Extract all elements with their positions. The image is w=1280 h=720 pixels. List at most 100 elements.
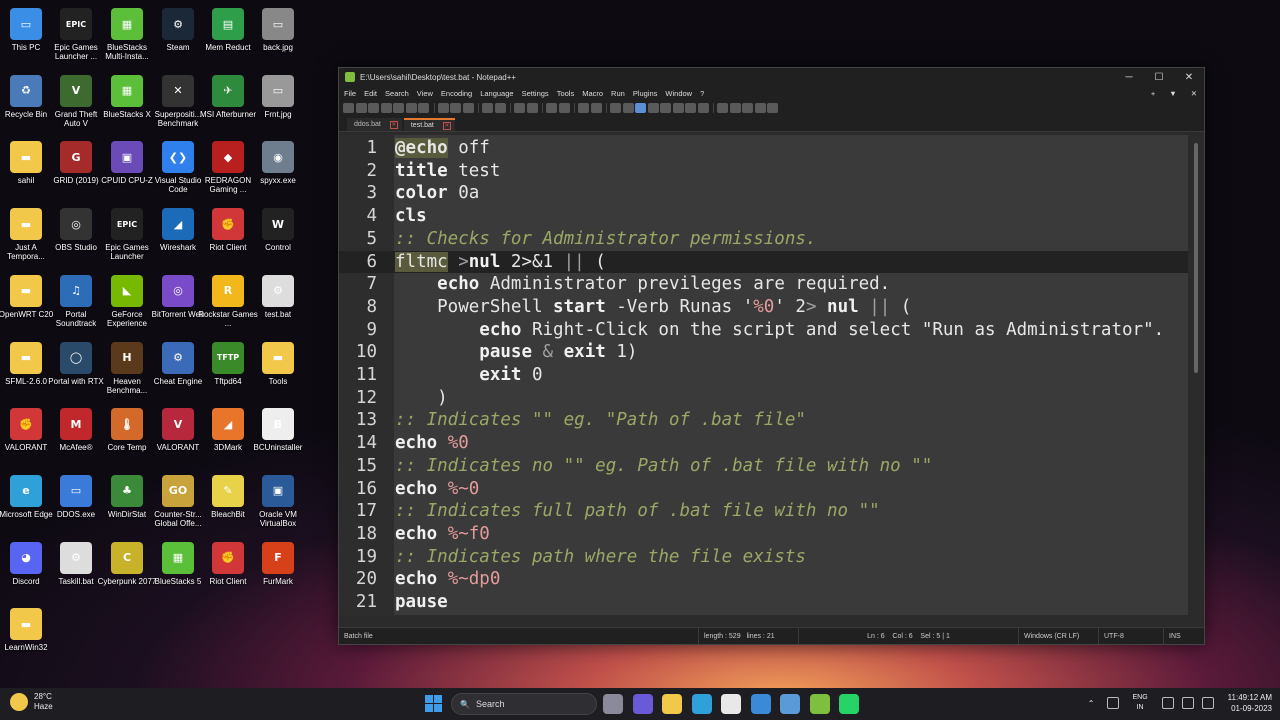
whatsapp-icon[interactable] xyxy=(839,694,859,714)
desktop-icon-sfml-2-6-0[interactable]: ▬ SFML-2.6.0 xyxy=(0,338,52,404)
close-tab-button[interactable]: ✕ xyxy=(1191,89,1197,98)
code-line[interactable]: 2 title test xyxy=(339,160,1190,183)
title-bar[interactable]: E:\Users\sahil\Desktop\test.bat - Notepa… xyxy=(339,68,1204,86)
code-line[interactable]: 16 echo %~0 xyxy=(339,478,1190,501)
menu-help[interactable]: ? xyxy=(700,89,704,98)
desktop-icon-windirstat[interactable]: ♣ WinDirStat xyxy=(101,471,153,537)
desktop-icon-discord[interactable]: ◕ Discord xyxy=(0,538,52,604)
desktop-icon-obs-studio[interactable]: ◎ OBS Studio xyxy=(50,204,102,270)
store-icon[interactable] xyxy=(721,694,741,714)
weather-widget[interactable]: 28°C Haze xyxy=(10,692,53,712)
close-icon[interactable] xyxy=(393,103,404,113)
vertical-scrollbar[interactable] xyxy=(1188,135,1204,615)
desktop-icon-openwrt-c20[interactable]: ▬ OpenWRT C20 xyxy=(0,271,53,337)
code-line[interactable]: 11 exit 0 xyxy=(339,364,1190,387)
desktop-icon-rockstar-games[interactable]: R Rockstar Games ... xyxy=(198,271,258,337)
menu-tools[interactable]: Tools xyxy=(557,89,575,98)
language-indicator[interactable]: ENG IN xyxy=(1133,693,1148,713)
play-multi-icon[interactable] xyxy=(754,103,766,113)
tab-close-icon[interactable]: ✕ xyxy=(389,120,398,129)
tab-test-bat[interactable]: test.bat ✕ xyxy=(403,118,455,131)
paste-icon[interactable] xyxy=(462,103,474,113)
wifi-icon[interactable] xyxy=(1161,697,1174,709)
code-line[interactable]: 8 PowerShell start -Verb Runas '%0' 2> n… xyxy=(339,296,1190,319)
desktop-icon-bleachbit[interactable]: ✎ BleachBit xyxy=(202,471,254,537)
udl-icon[interactable] xyxy=(647,103,659,113)
code-line[interactable]: 5:: Checks for Administrator permissions… xyxy=(339,228,1190,251)
scrollbar-thumb[interactable] xyxy=(1194,143,1198,373)
menu-search[interactable]: Search xyxy=(385,89,409,98)
zoom-in-icon[interactable] xyxy=(546,103,557,113)
indent-guide-icon[interactable] xyxy=(635,103,646,113)
code-line[interactable]: 9 echo Right-Click on the script and sel… xyxy=(339,319,1190,342)
tab-close-icon[interactable]: ✕ xyxy=(442,121,451,130)
desktop-icon-epic-games-launcher[interactable]: EPIC Epic Games Launcher ... xyxy=(50,4,102,70)
desktop-icon-test-bat[interactable]: ⚙ test.bat xyxy=(252,271,304,337)
desktop-icon-3dmark[interactable]: ◢ 3DMark xyxy=(202,404,254,470)
code-line[interactable]: 6 fltmc >nul 2>&1 || ( xyxy=(339,250,1190,274)
menu-plugins[interactable]: Plugins xyxy=(633,89,658,98)
menu-edit[interactable]: Edit xyxy=(364,89,377,98)
redo-icon[interactable] xyxy=(494,103,506,113)
doc-map-icon[interactable] xyxy=(660,103,671,113)
desktop-icon-core-temp[interactable]: 🌡 Core Temp xyxy=(101,404,153,470)
desktop-icon-cheat-engine[interactable]: ⚙ Cheat Engine xyxy=(152,338,204,404)
desktop-icon-valorant[interactable]: ✊ VALORANT xyxy=(0,404,52,470)
desktop-icon-cpuid-cpu-z[interactable]: ▣ CPUID CPU-Z xyxy=(101,137,153,203)
tab-ddos-bat[interactable]: ddos.bat ✕ xyxy=(347,118,402,131)
desktop-icon-bluestacks-multi-insta[interactable]: ▦ BlueStacks Multi-Insta... xyxy=(101,4,153,70)
play-icon[interactable] xyxy=(742,103,753,113)
desktop-icon-sahil[interactable]: ▬ sahil xyxy=(0,137,52,203)
all-chars-icon[interactable] xyxy=(622,103,634,113)
code-line[interactable]: 10 pause & exit 1) xyxy=(339,341,1190,364)
code-line[interactable]: 20 echo %~dp0 xyxy=(339,568,1190,591)
print-icon[interactable] xyxy=(418,103,429,113)
close-all-icon[interactable] xyxy=(405,103,417,113)
code-line[interactable]: 3 color 0a xyxy=(339,182,1190,205)
minimize-button[interactable]: ─ xyxy=(1114,72,1144,83)
status-eol[interactable]: Windows (CR LF) xyxy=(1019,628,1099,644)
code-line[interactable]: 7 echo Administrator previleges are requ… xyxy=(339,273,1190,296)
edge-icon[interactable] xyxy=(691,694,712,714)
desktop-icon-frnt-jpg[interactable]: ▭ Frnt.jpg xyxy=(252,71,304,137)
menu-file[interactable]: File xyxy=(344,89,356,98)
desktop-icon-superpositi-benchmark[interactable]: ✕ Superpositi... Benchmark xyxy=(152,71,204,137)
desktop-icon-heaven-benchma[interactable]: H Heaven Benchma... xyxy=(101,338,153,404)
open-icon[interactable] xyxy=(355,103,367,113)
desktop-icon-oracle-vm-virtualbox[interactable]: ▣ Oracle VM VirtualBox xyxy=(252,471,304,537)
record-icon[interactable] xyxy=(717,103,728,113)
replace-icon[interactable] xyxy=(526,103,538,113)
desktop-icon-back-jpg[interactable]: ▭ back.jpg xyxy=(252,4,304,70)
folder-workspace-icon[interactable] xyxy=(685,103,696,113)
save-macro-icon[interactable] xyxy=(767,103,778,113)
func-list-icon[interactable] xyxy=(672,103,684,113)
desktop-icon-recycle-bin[interactable]: ♻ Recycle Bin xyxy=(0,71,52,137)
code-line[interactable]: 14 echo %0 xyxy=(339,432,1190,455)
desktop-icon-riot-client[interactable]: ✊ Riot Client xyxy=(202,204,254,270)
volume-icon[interactable] xyxy=(1181,697,1194,709)
desktop-icon-bluestacks-5[interactable]: ▦ BlueStacks 5 xyxy=(152,538,204,604)
desktop-icon-mem-reduct[interactable]: ▤ Mem Reduct xyxy=(202,4,254,70)
mail-icon[interactable] xyxy=(750,694,771,714)
clock[interactable]: 11:49:12 AM 01-09-2023 xyxy=(1228,692,1272,714)
taskbar-search[interactable]: 🔍 Search xyxy=(451,693,597,715)
desktop-icon-riot-client[interactable]: ✊ Riot Client xyxy=(202,538,254,604)
desktop-icon-wireshark[interactable]: ◢ Wireshark xyxy=(152,204,204,270)
desktop-icon-grand-theft-auto-v[interactable]: V Grand Theft Auto V xyxy=(50,71,102,137)
menu-run[interactable]: Run xyxy=(611,89,625,98)
code-line[interactable]: 4 cls xyxy=(339,205,1190,228)
task-view-icon[interactable] xyxy=(603,694,623,714)
word-wrap-icon[interactable] xyxy=(610,103,621,113)
desktop-icon-spyxx-exe[interactable]: ◉ spyxx.exe xyxy=(252,137,304,203)
code-line[interactable]: 21 pause xyxy=(339,591,1190,614)
monitor-icon[interactable] xyxy=(697,103,709,113)
desktop-icon-learnwin32[interactable]: ▬ LearnWin32 xyxy=(0,604,52,670)
menu-macro[interactable]: Macro xyxy=(582,89,603,98)
desktop-icon-furmark[interactable]: F FurMark xyxy=(252,538,304,604)
close-button[interactable]: ✕ xyxy=(1174,72,1204,83)
desktop-icon-ddos-exe[interactable]: ▭ DDOS.exe xyxy=(50,471,102,537)
maximize-button[interactable]: ☐ xyxy=(1144,72,1174,83)
desktop-icon-control[interactable]: W Control xyxy=(252,204,304,270)
desktop-icon-visual-studio-code[interactable]: ❮❯ Visual Studio Code xyxy=(152,137,204,203)
network-icon[interactable] xyxy=(1106,697,1119,709)
